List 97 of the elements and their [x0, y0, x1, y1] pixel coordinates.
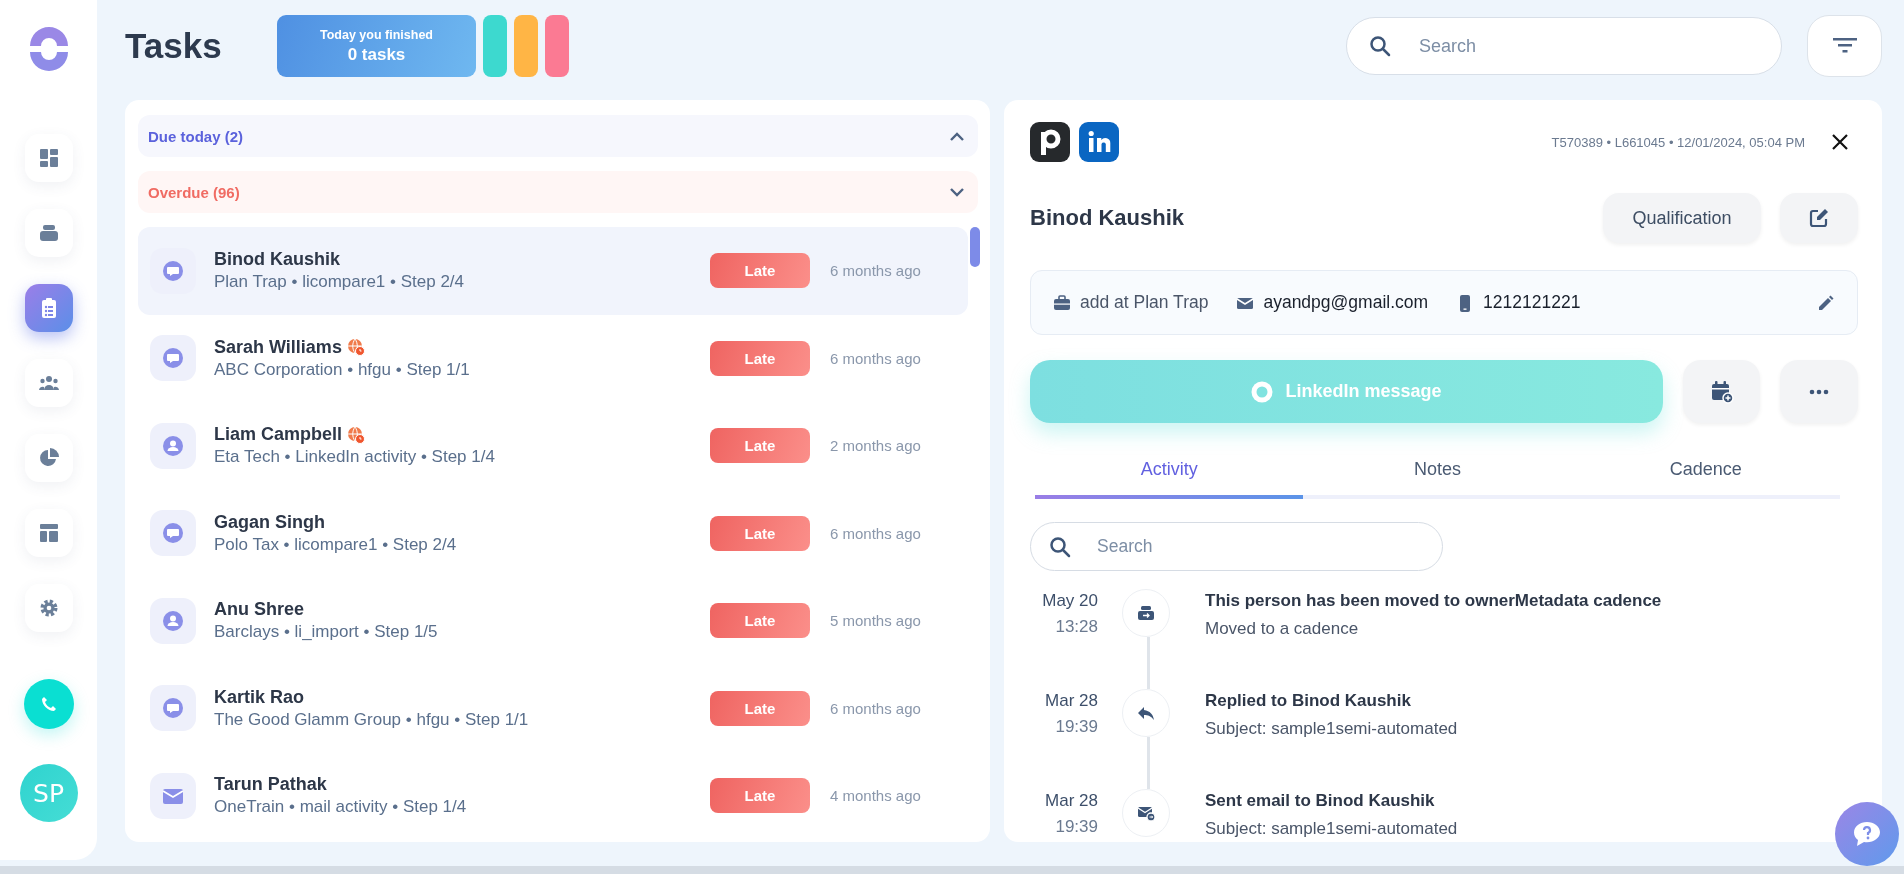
contact-name: Kartik Rao [214, 686, 305, 708]
status-badge: Late [710, 603, 810, 639]
section-header[interactable]: Due today (2) [138, 115, 978, 157]
task-age: 2 months ago [830, 437, 921, 455]
task-age: 6 months ago [830, 349, 921, 367]
activity-description: Moved to a cadence [1205, 619, 1360, 639]
task-row[interactable]: Tarun Pathak OneTrain • mail activity • Step 1/4 Late 4 months ago [138, 752, 968, 840]
company-name: add at Plan Trap [1080, 292, 1209, 313]
search-icon [1049, 535, 1071, 558]
edit-button[interactable] [1780, 193, 1858, 243]
activity-title: This person has been moved to ownerMetadata cadence [1205, 591, 1662, 611]
tab[interactable]: Activity [1035, 453, 1304, 499]
crm-logo-icon [1030, 122, 1070, 162]
nav-button[interactable] [24, 134, 73, 182]
task-details: Eta Tech • LinkedIn activity • Step 1/4 [214, 447, 496, 468]
briefcase-icon [1053, 293, 1071, 312]
task-row[interactable]: Anu Shree Barclays • li_import • Step 1/5 Late 5 months ago [138, 577, 968, 665]
contact-name: Binod Kaushik [1030, 205, 1184, 231]
search-input[interactable]: Search [1417, 26, 1757, 66]
nav-button[interactable] [24, 584, 73, 632]
calendar-add-icon [1709, 379, 1734, 404]
pie-chart-icon [37, 447, 60, 469]
activity-search-input[interactable]: Search [1095, 528, 1425, 565]
activity-date: May 20 [1041, 591, 1098, 611]
nav-button[interactable] [24, 434, 73, 482]
task-details: Plan Trap • licompare1 • Step 2/4 [214, 272, 466, 293]
person-icon [162, 609, 184, 632]
activity-title: Replied to Binod Kaushik [1205, 691, 1412, 711]
search-field[interactable]: Search [1346, 17, 1782, 75]
contact-name: Binod Kaushik [214, 249, 340, 271]
mail-send-icon [1137, 804, 1155, 822]
pencil-icon[interactable] [1817, 293, 1835, 312]
status-badge: Late [710, 428, 810, 464]
search-icon [1369, 35, 1391, 57]
schedule-button[interactable] [1682, 360, 1761, 423]
help-icon [1853, 821, 1881, 847]
nav-button[interactable] [24, 509, 73, 557]
linkedin-logo-icon [1079, 122, 1119, 162]
activity-date: Mar 28 [1044, 691, 1098, 711]
activity-description: Subject: sample1semi-automated [1205, 819, 1458, 839]
tray-icon [37, 222, 60, 244]
task-row[interactable]: Kartik Rao The Good Glamm Group • hfgu • Step 1/1 Late 6 months ago [138, 664, 968, 752]
filter-button[interactable] [1807, 15, 1882, 77]
task-age: 5 months ago [830, 612, 921, 630]
task-row[interactable]: Binod Kaushik Plan Trap • licompare1 • Step 2/4 Late 6 months ago [138, 227, 968, 315]
contact-name: Tarun Pathak [214, 774, 327, 796]
section-label: Due today (2) [148, 127, 243, 145]
tray-icon [1137, 604, 1155, 622]
tab[interactable]: Cadence [1571, 453, 1840, 499]
status-badge: Late [710, 778, 810, 814]
page-title: Tasks [125, 26, 223, 66]
activity-time: 19:39 [1054, 817, 1098, 837]
finished-label: Today you finished [320, 27, 433, 42]
status-badge: Late [710, 515, 810, 551]
status-badge: Late [710, 690, 810, 726]
status-badge: Late [710, 340, 810, 376]
task-row[interactable]: Gagan Singh Polo Tax • licompare1 • Step 2/4 Late 6 months ago [138, 489, 968, 577]
phone-number: 1212121221 [1483, 292, 1581, 313]
task-age: 6 months ago [830, 524, 921, 542]
person-icon [162, 434, 184, 457]
task-reference: T570389 • L661045 • 12/01/2024, 05:04 PM [1551, 134, 1805, 150]
section-label: Overdue (96) [148, 183, 240, 201]
task-age: 6 months ago [830, 262, 921, 280]
task-details: Polo Tax • licompare1 • Step 2/4 [214, 534, 458, 555]
qualification-button[interactable]: Qualification [1603, 193, 1761, 243]
nav-button[interactable] [24, 209, 73, 257]
dashboard-icon [37, 147, 60, 169]
task-details: Barclays • li_import • Step 1/5 [214, 622, 439, 643]
contact-name: Sarah Williams [214, 336, 342, 358]
nav-button[interactable] [24, 284, 73, 332]
layout-icon [37, 522, 60, 544]
email-address: ayandpg@gmail.com [1263, 292, 1429, 313]
contact-name: Anu Shree [214, 599, 305, 621]
activity-title: Sent email to Binod Kaushik [1205, 791, 1436, 811]
nav-button[interactable] [24, 359, 73, 407]
finished-count: 0 tasks [347, 44, 406, 65]
contact-name: Liam Campbell [214, 424, 343, 446]
filter-icon [1832, 38, 1857, 54]
contact-name: Gagan Singh [214, 511, 325, 533]
activity-time: 19:39 [1054, 717, 1098, 737]
task-row[interactable]: Sarah Williams ABC Corporation • hfgu • Step 1/1 Late 6 months ago [138, 314, 968, 402]
task-details: ABC Corporation • hfgu • Step 1/1 [214, 359, 471, 380]
task-details: The Good Glamm Group • hfgu • Step 1/1 [214, 709, 530, 730]
activity-date: Mar 28 [1044, 791, 1098, 811]
task-age: 6 months ago [830, 699, 921, 717]
phone-icon [39, 695, 58, 713]
status-badge: Late [710, 253, 810, 289]
task-row[interactable]: Liam Campbell Eta Tech • LinkedIn activity • Step 1/4 Late 2 months ago [138, 402, 968, 490]
more-icon [1809, 388, 1830, 395]
activity-description: Subject: sample1semi-automated [1205, 719, 1458, 739]
scrollbar-thumb[interactable] [970, 227, 980, 267]
edit-icon [1809, 208, 1829, 228]
tab[interactable]: Notes [1303, 453, 1572, 499]
activity-time: 13:28 [1054, 617, 1098, 637]
task-details: OneTrain • mail activity • Step 1/4 [214, 797, 468, 818]
close-icon[interactable] [1830, 132, 1850, 152]
task-age: 4 months ago [830, 787, 921, 805]
